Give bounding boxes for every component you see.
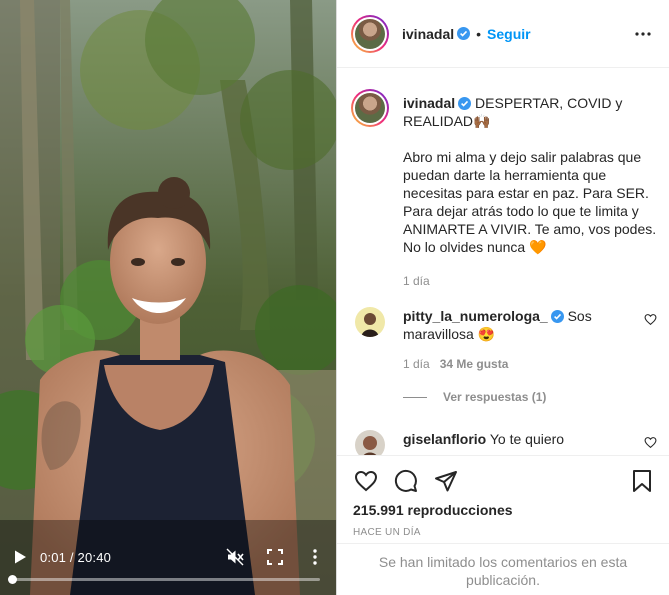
- video-frame: [0, 0, 336, 595]
- comment-icon[interactable]: [393, 468, 419, 494]
- post-header: ivinadal • Seguir: [337, 0, 669, 68]
- view-replies-button[interactable]: Ver respuestas (1): [403, 390, 546, 404]
- header-separator: •: [476, 25, 482, 42]
- comment-likes[interactable]: 34 Me gusta: [440, 357, 509, 371]
- comment-avatar[interactable]: [355, 430, 385, 455]
- limited-comments-notice: Se han limitado los comentarios en esta …: [337, 543, 669, 595]
- action-icons: [353, 468, 655, 494]
- play-icon[interactable]: [12, 549, 28, 565]
- caption-time[interactable]: 1 día: [403, 272, 661, 290]
- video-time: 0:01 / 20:40: [40, 549, 112, 565]
- header-username[interactable]: ivinadal: [402, 26, 454, 42]
- caption-avatar[interactable]: [351, 89, 389, 127]
- follow-button[interactable]: Seguir: [487, 26, 531, 42]
- video-progress-knob[interactable]: [8, 575, 18, 584]
- comments-area[interactable]: ivinadal DESPERTAR, COVID y REALIDAD🙌🏾 A…: [337, 69, 669, 455]
- caption-body: Abro mi alma y dejo salir palabras que p…: [403, 149, 657, 255]
- video-player[interactable]: 0:01 / 20:40: [0, 0, 336, 595]
- comment-username[interactable]: giselanflorio: [403, 431, 486, 447]
- comment-username[interactable]: pitty_la_numerologa_: [403, 308, 548, 324]
- view-replies-label: Ver respuestas (1): [443, 390, 547, 404]
- video-more-icon[interactable]: [306, 548, 324, 566]
- heart-icon[interactable]: [353, 468, 379, 494]
- caption-text: ivinadal DESPERTAR, COVID y REALIDAD🙌🏾 A…: [403, 89, 661, 290]
- bookmark-icon[interactable]: [629, 468, 655, 494]
- views-count[interactable]: 215.991 reproducciones: [353, 502, 513, 518]
- verified-badge-icon: [457, 27, 471, 40]
- avatar[interactable]: [351, 14, 389, 53]
- post-actions: 215.991 reproducciones HACE UN DÍA Se ha…: [337, 455, 669, 595]
- caption-username[interactable]: ivinadal: [403, 95, 455, 111]
- comment-body: Yo te quiero: [489, 431, 565, 447]
- comment-time[interactable]: 1 día: [403, 357, 430, 371]
- mute-icon[interactable]: [226, 548, 244, 566]
- replies-divider: [403, 396, 427, 398]
- fullscreen-icon[interactable]: [266, 548, 284, 566]
- comment-like-icon[interactable]: [644, 436, 657, 449]
- video-controls: 0:01 / 20:40: [0, 535, 336, 595]
- comment-like-icon[interactable]: [644, 313, 657, 326]
- post-panel: ivinadal • Seguir ivinadal DESPERTAR, CO…: [336, 0, 669, 595]
- caption: ivinadal DESPERTAR, COVID y REALIDAD🙌🏾 A…: [351, 89, 661, 290]
- posted-time[interactable]: HACE UN DÍA: [353, 527, 421, 538]
- verified-badge-icon: [458, 96, 472, 110]
- share-icon[interactable]: [433, 468, 459, 494]
- comment-text: pitty_la_numerologa_ Sos maravillosa 😍: [403, 307, 661, 343]
- comment-item: pitty_la_numerologa_ Sos maravillosa 😍 1…: [351, 307, 661, 371]
- verified-badge-icon: [550, 309, 564, 323]
- comment-meta: 1 día 34 Me gusta: [403, 357, 661, 371]
- comment-text: giselanflorio Yo te quiero: [403, 430, 661, 448]
- video-progress-bar[interactable]: [8, 575, 320, 584]
- more-options-icon[interactable]: [631, 22, 655, 46]
- comment-avatar[interactable]: [355, 307, 385, 337]
- comment-item: giselanflorio Yo te quiero: [351, 430, 661, 455]
